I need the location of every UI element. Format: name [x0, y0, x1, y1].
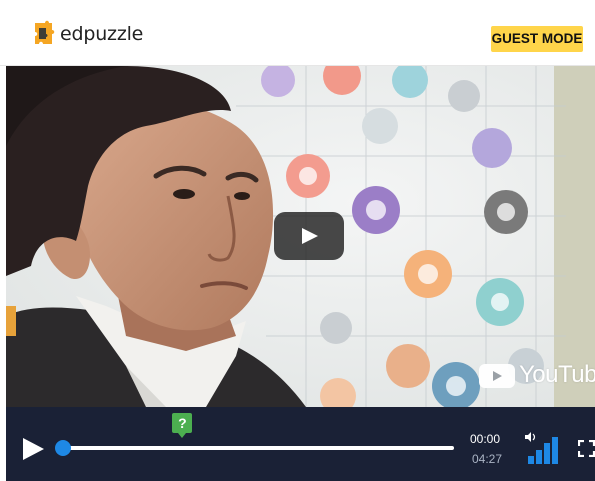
- current-time: 00:00: [470, 432, 501, 446]
- video-frame[interactable]: YouTube: [6, 66, 595, 407]
- progress-track[interactable]: [66, 446, 454, 450]
- puzzle-piece-icon[interactable]: [32, 20, 56, 48]
- progress-knob[interactable]: [55, 440, 71, 456]
- player-controls: ? 00:00 04:27: [6, 407, 595, 481]
- play-button[interactable]: [20, 436, 46, 462]
- guest-mode-badge: GUEST MODE: [491, 26, 583, 52]
- youtube-watermark: YouTube: [519, 361, 595, 388]
- play-icon: [302, 228, 318, 244]
- question-marker[interactable]: ?: [172, 413, 193, 438]
- volume-icon[interactable]: [523, 429, 559, 465]
- youtube-icon: [479, 364, 515, 388]
- brand-name[interactable]: edpuzzle: [60, 23, 143, 45]
- center-play-button[interactable]: [274, 212, 344, 260]
- fullscreen-icon[interactable]: [578, 440, 595, 457]
- total-time: 04:27: [472, 452, 503, 466]
- top-bar: edpuzzle GUEST MODE: [0, 0, 595, 66]
